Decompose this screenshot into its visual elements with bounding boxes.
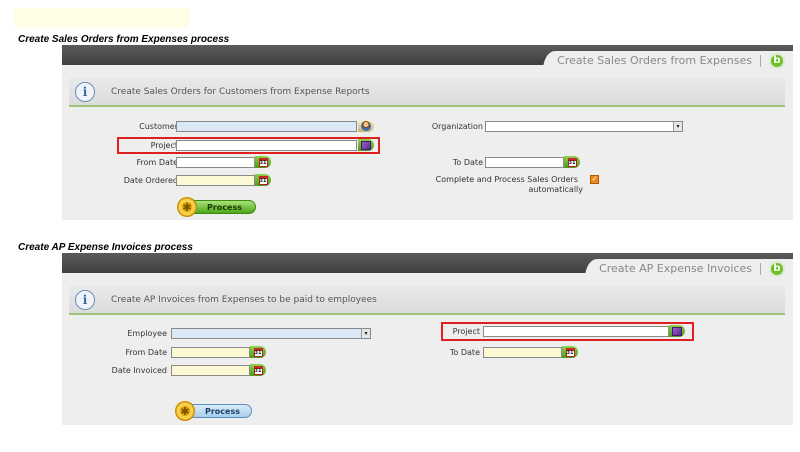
chevron-down-icon: ▾ bbox=[673, 122, 682, 131]
date-invoiced-calendar-button[interactable]: 31 bbox=[250, 364, 266, 376]
to-date-label: To Date bbox=[449, 348, 480, 357]
date-ordered-calendar-button[interactable]: 31 bbox=[255, 174, 271, 186]
complete-process-label-line2: automatically bbox=[528, 185, 583, 194]
tab-title: Create Sales Orders from Expenses bbox=[557, 54, 752, 67]
calendar-icon: 31 bbox=[258, 175, 268, 185]
tab-title: Create AP Expense Invoices bbox=[599, 262, 752, 275]
from-date-calendar-button[interactable]: 31 bbox=[255, 156, 271, 168]
section-title-ap-invoices: Create AP Expense Invoices process bbox=[18, 242, 193, 253]
info-icon: i bbox=[75, 81, 95, 102]
info-bar: i Create AP Invoices from Expenses to be… bbox=[69, 286, 785, 315]
date-invoiced-input[interactable] bbox=[171, 365, 250, 376]
project-search-icon bbox=[361, 140, 371, 150]
sales-orders-panel: Create Sales Orders from Expenses b i Cr… bbox=[62, 45, 793, 220]
to-date-calendar-button[interactable]: 31 bbox=[562, 346, 578, 358]
gear-icon: ✱ bbox=[175, 401, 195, 421]
date-invoiced-label: Date Invoiced bbox=[111, 366, 167, 375]
project-label: Project bbox=[452, 327, 480, 336]
calendar-icon: 31 bbox=[565, 347, 575, 357]
project-input[interactable] bbox=[176, 140, 357, 151]
customer-search-button[interactable] bbox=[358, 120, 374, 132]
process-button-label: Process bbox=[205, 406, 240, 416]
project-label: Project bbox=[150, 141, 178, 150]
from-date-input[interactable] bbox=[171, 347, 250, 358]
info-bar: i Create Sales Orders for Customers from… bbox=[69, 78, 785, 107]
process-button[interactable]: ✱ Process bbox=[175, 401, 252, 421]
process-button[interactable]: ✱ Process bbox=[177, 197, 256, 217]
project-search-icon bbox=[672, 326, 682, 336]
openbravo-logo-icon: b bbox=[769, 260, 785, 277]
employee-label: Employee bbox=[127, 329, 167, 338]
project-search-button[interactable] bbox=[358, 139, 374, 151]
calendar-icon: 31 bbox=[253, 365, 263, 375]
to-date-input[interactable] bbox=[485, 157, 564, 168]
to-date-label: To Date bbox=[452, 158, 483, 167]
customer-input[interactable] bbox=[176, 121, 357, 132]
project-search-button[interactable] bbox=[669, 325, 685, 337]
organization-select[interactable]: ▾ bbox=[485, 121, 683, 132]
customer-search-icon bbox=[361, 121, 371, 131]
from-date-calendar-button[interactable]: 31 bbox=[250, 346, 266, 358]
from-date-label: From Date bbox=[136, 158, 178, 167]
complete-process-checkbox[interactable]: ✓ bbox=[590, 175, 599, 184]
calendar-icon: 31 bbox=[253, 347, 263, 357]
gear-icon: ✱ bbox=[177, 197, 197, 217]
info-icon: i bbox=[75, 289, 95, 310]
window-tab[interactable]: Create AP Expense Invoices b bbox=[585, 259, 793, 278]
date-ordered-input[interactable] bbox=[176, 175, 255, 186]
project-input[interactable] bbox=[483, 326, 669, 337]
ap-invoices-panel: Create AP Expense Invoices b i Create AP… bbox=[62, 253, 793, 425]
calendar-icon: 31 bbox=[258, 157, 268, 167]
calendar-icon: 31 bbox=[567, 157, 577, 167]
to-date-calendar-button[interactable]: 31 bbox=[564, 156, 580, 168]
complete-process-label: Complete and Process Sales Orders bbox=[435, 175, 578, 184]
section-title-sales-orders: Create Sales Orders from Expenses proces… bbox=[18, 34, 230, 45]
window-tab[interactable]: Create Sales Orders from Expenses b bbox=[543, 51, 793, 70]
to-date-input[interactable] bbox=[483, 347, 562, 358]
top-yellow-strip bbox=[14, 8, 189, 28]
info-message: Create AP Invoices from Expenses to be p… bbox=[111, 294, 377, 305]
from-date-label: From Date bbox=[125, 348, 167, 357]
employee-select[interactable]: ▾ bbox=[171, 328, 371, 339]
openbravo-logo-icon: b bbox=[769, 52, 785, 69]
info-message: Create Sales Orders for Customers from E… bbox=[111, 86, 370, 97]
organization-label: Organization bbox=[431, 122, 483, 131]
customer-label: Customer bbox=[139, 122, 178, 131]
process-button-label: Process bbox=[207, 202, 242, 212]
from-date-input[interactable] bbox=[176, 157, 255, 168]
chevron-down-icon: ▾ bbox=[361, 329, 370, 338]
date-ordered-label: Date Ordered bbox=[123, 176, 178, 185]
